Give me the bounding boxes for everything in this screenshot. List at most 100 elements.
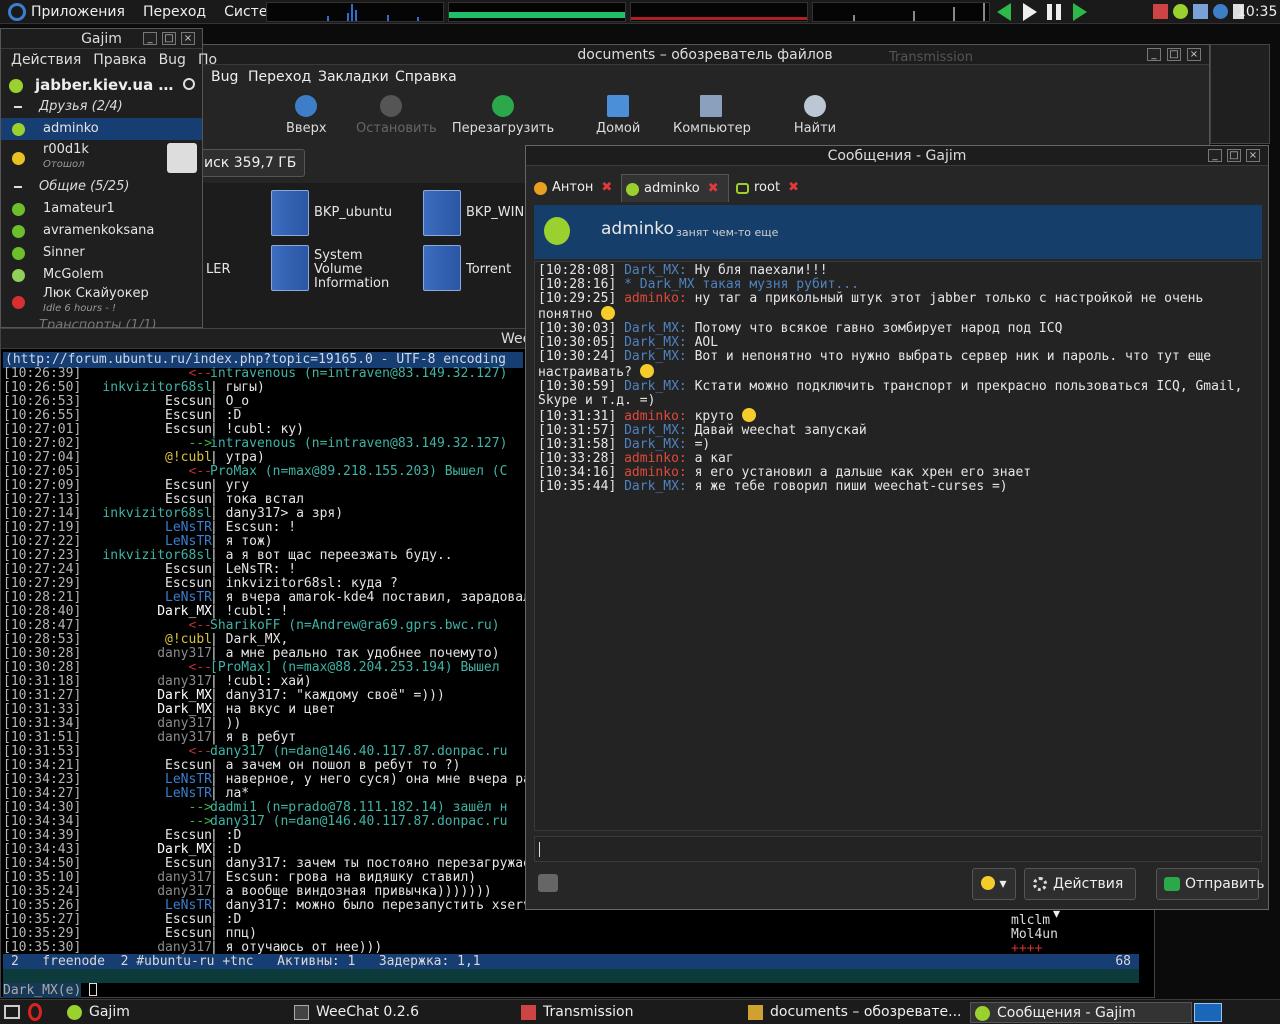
task-gajim[interactable]: Gajim — [63, 1002, 283, 1023]
ubuntu-logo-icon[interactable] — [8, 2, 26, 21]
irc-line: [10:35:26] LeNsTR | dany317: можно было пе… — [3, 899, 525, 913]
maximize-button[interactable]: □ — [1227, 149, 1241, 162]
nick-item[interactable]: mlclm — [1011, 914, 1058, 928]
workspace-switcher[interactable] — [1194, 1003, 1222, 1022]
irc-timestamp: [10:34:23] — [3, 772, 82, 787]
message-timestamp: [10:31:58] — [538, 437, 617, 452]
menu-view[interactable]: Bug — [159, 52, 186, 68]
close-tab-icon[interactable]: ✖ — [788, 180, 799, 195]
tab-adminko[interactable]: adminko ✖ — [621, 174, 729, 202]
pin-icon[interactable] — [538, 874, 558, 892]
close-button[interactable]: × — [1187, 48, 1201, 61]
play-icon[interactable] — [1023, 3, 1037, 21]
contact-luke[interactable]: Люк Скайуокер Idle 6 hours - ! — [1, 287, 202, 317]
home-button[interactable]: Домой — [596, 95, 640, 136]
task-documents[interactable]: documents – обозревате... — [744, 1002, 966, 1023]
group-transports[interactable]: Транспорты (1/1) — [1, 319, 202, 328]
message-timestamp: [10:28:16] — [538, 277, 617, 292]
stop-button[interactable]: Остановить — [356, 95, 437, 136]
account-row[interactable]: jabber.kiev.ua … — [1, 73, 202, 99]
menu-bookmarks[interactable]: Закладки — [318, 69, 389, 85]
network-icon[interactable] — [1193, 4, 1208, 19]
contact-avramenkoksana[interactable]: avramenkoksana — [1, 220, 202, 242]
contact-r00d1k[interactable]: r00d1k Отошол — [1, 143, 202, 173]
folder-bkp-ubuntu[interactable]: BKP_ubuntu — [314, 206, 392, 220]
minimize-button[interactable]: _ — [1147, 48, 1161, 61]
folder-torrent[interactable]: Torrent — [466, 263, 511, 277]
contact-adminko[interactable]: adminko — [1, 118, 202, 140]
task-messages[interactable]: Сообщения - Gajim — [970, 1002, 1192, 1023]
irc-timestamp: [10:31:27] — [3, 688, 82, 703]
clock[interactable]: 10:35 — [1237, 4, 1277, 20]
reload-button[interactable]: Перезагрузить — [449, 95, 557, 136]
disk-location-button[interactable]: иск 359,7 ГБ — [201, 149, 305, 177]
printer-icon[interactable] — [1153, 4, 1168, 19]
message-input[interactable] — [534, 836, 1262, 862]
minimize-button[interactable]: _ — [143, 32, 157, 45]
roster-titlebar[interactable]: Gajim _ □ × — [1, 29, 202, 49]
search-icon[interactable] — [183, 78, 195, 90]
group-common[interactable]: Общие (5/25) — [1, 177, 202, 197]
task-weechat[interactable]: WeeChat 0.2.6 — [290, 1002, 512, 1023]
folder-bkp-win[interactable]: BKP_WIN — [466, 206, 524, 220]
menu-edit[interactable]: Правка — [93, 52, 146, 68]
close-tab-icon[interactable]: ✖ — [601, 180, 612, 195]
computer-button[interactable]: Компьютер — [673, 95, 751, 136]
tab-root[interactable]: root ✖ — [732, 174, 822, 202]
pause-icon[interactable] — [1047, 4, 1061, 20]
group-friends[interactable]: Друзья (2/4) — [1, 97, 202, 117]
menu-help[interactable]: По — [198, 52, 217, 68]
irc-nick: LeNsTR — [165, 534, 212, 549]
actions-button[interactable]: Действия ▾ — [1024, 868, 1136, 922]
nick-list: mlclm Mol4un ++++ — [1011, 914, 1058, 956]
chat-titlebar[interactable]: Сообщения - Gajim _ □ × — [526, 146, 1268, 166]
close-button[interactable]: × — [1246, 149, 1260, 162]
menu-applications[interactable]: Приложения — [31, 4, 125, 20]
show-desktop-icon[interactable] — [4, 1005, 20, 1019]
gajim-tray-icon[interactable] — [1173, 4, 1188, 19]
folder-icon[interactable] — [271, 245, 309, 291]
tab-anton[interactable]: Антон ✖ — [530, 174, 618, 202]
message-author: Dark_MX: — [624, 437, 687, 452]
search-button[interactable]: Найти — [793, 95, 837, 136]
maximize-button[interactable]: □ — [1167, 48, 1181, 61]
irc-line: [10:34:30] --> dadmi1 (n=prado@78.111.182.… — [3, 801, 525, 815]
menu-bug[interactable]: Bug — [211, 69, 238, 85]
folder-system-volume[interactable]: System Volume Information — [314, 249, 406, 291]
previous-icon[interactable] — [997, 3, 1011, 21]
weechat-input[interactable]: Dark_MX(e) — [3, 983, 1139, 998]
task-transmission[interactable]: Transmission — [517, 1002, 739, 1023]
irc-nick: <-- — [188, 367, 212, 381]
maximize-button[interactable]: □ — [162, 32, 176, 45]
menu-places[interactable]: Переход — [143, 4, 206, 20]
contact-sinner[interactable]: Sinner — [1, 242, 202, 264]
send-button[interactable]: Отправить — [1156, 868, 1265, 900]
away-icon — [12, 152, 25, 165]
minimize-button[interactable]: _ — [1208, 149, 1222, 162]
contact-mcgolem[interactable]: McGolem — [1, 264, 202, 286]
menu-actions[interactable]: Действия — [11, 52, 81, 68]
opera-icon[interactable] — [28, 1003, 42, 1021]
close-tab-icon[interactable]: ✖ — [708, 181, 719, 196]
irc-line: [10:35:30] dany317 | я отучаюсь от нее))) — [3, 941, 525, 955]
nick-item[interactable]: Mol4un — [1011, 928, 1058, 942]
emoticons-button[interactable]: ▾ — [972, 868, 1016, 900]
menu-help[interactable]: Справка — [395, 69, 457, 85]
irc-message: | а зачем он пошол в ребут то ?) — [210, 758, 461, 773]
irc-message: dadmi1 (n=prado@78.111.182.14) зашёл н — [210, 800, 508, 815]
irc-line: [10:27:23] inkvizitor68sl | а я вот щас пе… — [3, 549, 525, 563]
folder-icon[interactable] — [423, 190, 461, 236]
fm-titlebar[interactable]: documents – обозреватель файлов _ □ × — [201, 45, 1209, 65]
message-text: Потому что всякое гавно зомбирует народ … — [694, 321, 1063, 336]
up-button[interactable]: Вверх — [286, 95, 327, 136]
folder-ler[interactable]: LER — [206, 263, 231, 277]
irc-timestamp: [10:35:30] — [3, 940, 82, 955]
close-button[interactable]: × — [181, 32, 195, 45]
contact-1amateur1[interactable]: 1amateur1 — [1, 198, 202, 220]
next-icon[interactable] — [1073, 3, 1087, 21]
menu-go[interactable]: Переход — [248, 69, 311, 85]
folder-icon[interactable] — [423, 245, 461, 291]
folder-icon[interactable] — [271, 190, 309, 236]
volume-icon[interactable] — [1213, 4, 1228, 19]
irc-line: [10:35:24] dany317 | а вообще виндозная пр… — [3, 885, 525, 899]
